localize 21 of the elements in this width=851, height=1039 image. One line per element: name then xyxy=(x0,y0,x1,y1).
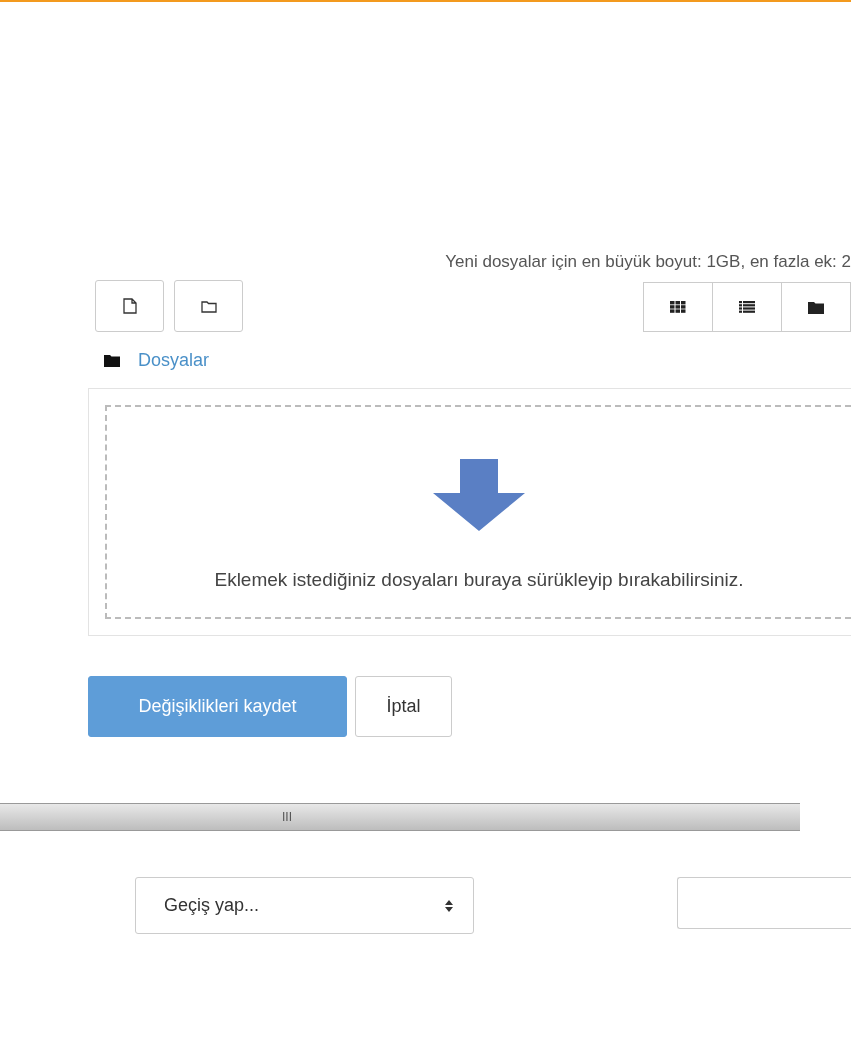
resize-grip: III xyxy=(282,810,292,824)
cancel-button[interactable]: İptal xyxy=(355,676,452,737)
file-icon xyxy=(122,298,137,314)
tree-view-button[interactable] xyxy=(781,282,851,332)
grid-icon xyxy=(670,301,686,313)
grid-view-button[interactable] xyxy=(643,282,713,332)
new-folder-button[interactable] xyxy=(174,280,243,332)
new-file-button[interactable] xyxy=(95,280,164,332)
upload-limit-text: Yeni dosyalar için en büyük boyut: 1GB, en fazla ek: 2 xyxy=(445,252,851,273)
drop-instruction-text: Eklemek istediğiniz dosyaları buraya sürükleyip bırakabilirsiniz. xyxy=(214,569,744,591)
list-icon xyxy=(739,301,755,313)
list-view-button[interactable] xyxy=(712,282,782,332)
sort-arrows-icon xyxy=(445,899,453,912)
folder-icon xyxy=(200,299,217,313)
jump-select[interactable]: Geçiş yap... xyxy=(135,877,474,934)
down-arrow-icon xyxy=(433,459,525,531)
folder-icon xyxy=(808,300,824,314)
select-field[interactable] xyxy=(677,877,851,929)
resize-bar[interactable]: III xyxy=(0,803,800,831)
drop-zone[interactable]: Eklemek istediğiniz dosyaları buraya sürükleyip bırakabilirsiniz. xyxy=(105,405,851,619)
folder-icon xyxy=(104,353,120,367)
